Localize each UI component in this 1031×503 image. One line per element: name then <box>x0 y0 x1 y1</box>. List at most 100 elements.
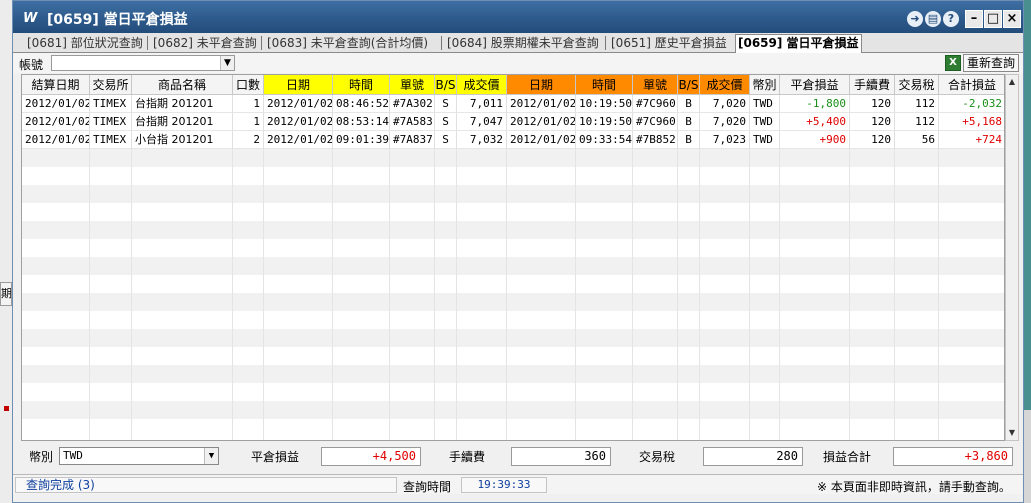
table-cell: 2 <box>233 131 264 149</box>
account-select[interactable]: ▼ <box>51 55 235 71</box>
summary-total-label: 損益合計 <box>823 450 872 464</box>
table-cell: 2012/01/02 <box>507 113 576 131</box>
desktop-right-strip <box>1024 0 1031 503</box>
table-cell: 台指期 201201 <box>132 113 233 131</box>
summary-currency-select[interactable]: TWD ▼ <box>59 447 219 465</box>
summary-currency-value: TWD <box>63 449 83 462</box>
table-cell: 120 <box>850 131 895 149</box>
column-header[interactable]: 交易稅 <box>895 75 939 95</box>
query-status: 查詢完成 (3) <box>15 477 397 493</box>
column-header[interactable]: 成交價 <box>457 75 507 95</box>
table-cell: 112 <box>895 113 939 131</box>
table-row[interactable]: 2012/01/02 TIMEX 台指期 201201 1 2012/01/02 08:4… <box>22 95 1004 113</box>
table-cell: 56 <box>895 131 939 149</box>
table-cell: 112 <box>895 95 939 113</box>
column-header[interactable]: 單號 <box>390 75 435 95</box>
minimize-button[interactable]: – <box>965 10 983 28</box>
column-header[interactable]: 交易所 <box>90 75 132 95</box>
column-header[interactable]: 成交價 <box>700 75 750 95</box>
table-cell: S <box>435 131 457 149</box>
column-header[interactable]: 合計損益 <box>939 75 1004 95</box>
table-cell: #7A837 <box>390 131 435 149</box>
summary-fee-label: 手續費 <box>449 450 486 464</box>
window-title: [0659] 當日平倉損益 <box>47 12 188 28</box>
table-cell: #7C960 <box>633 113 678 131</box>
column-header[interactable]: 口數 <box>233 75 264 95</box>
table-cell: -2,032 <box>939 95 1004 113</box>
chevron-down-icon[interactable]: ▼ <box>220 56 234 70</box>
table-cell: 09:33:54 <box>576 131 633 149</box>
column-header[interactable]: 日期 <box>264 75 333 95</box>
empty-row <box>22 383 1004 401</box>
table-cell: TWD <box>750 131 780 149</box>
column-header[interactable]: 平倉損益 <box>780 75 850 95</box>
print-icon[interactable]: ▤ <box>925 11 941 27</box>
tab-0659[interactable]: [0659] 當日平倉損益 <box>735 34 862 53</box>
table-row[interactable]: 2012/01/02 TIMEX 台指期 201201 1 2012/01/02 08:5… <box>22 113 1004 131</box>
table-row[interactable]: 2012/01/02 TIMEX 小台指 201201 2 2012/01/02 09:0… <box>22 131 1004 149</box>
column-header[interactable]: B/S <box>678 75 700 95</box>
summary-bar: 幣別 TWD ▼ 平倉損益 +4,500 手續費 360 交易稅 280 損益合… <box>13 444 1023 470</box>
pl-table: 結算日期 交易所 商品名稱 口數 日期 時間 單號 B/S 成交價 日期 時間 單號 B/S 成交價 幣別平… <box>21 74 1005 441</box>
column-header[interactable]: 手續費 <box>850 75 895 95</box>
tab-0651[interactable]: [0651] 歷史平倉損益 <box>609 35 729 52</box>
summary-currency-label: 幣別 <box>29 450 54 464</box>
table-cell: 2012/01/02 <box>264 131 333 149</box>
table-cell: -1,800 <box>780 95 850 113</box>
table-cell: S <box>435 95 457 113</box>
tab-0682[interactable]: [0682] 未平倉查詢 <box>151 35 259 52</box>
maximize-button[interactable]: □ <box>984 10 1002 28</box>
desktop-left-strip: 期 <box>0 0 12 503</box>
table-cell: 7,047 <box>457 113 507 131</box>
column-header[interactable]: 時間 <box>576 75 633 95</box>
table-cell: 7,020 <box>700 113 750 131</box>
desktop-left-button[interactable]: 期 <box>0 282 12 306</box>
scroll-down-icon[interactable]: ▼ <box>1006 427 1018 439</box>
chevron-down-icon[interactable]: ▼ <box>204 448 218 464</box>
tab-0684[interactable]: [0684] 股票期權未平倉查詢 <box>445 35 601 52</box>
table-cell: 1 <box>233 113 264 131</box>
empty-row <box>22 239 1004 257</box>
title-bar[interactable]: W [0659] 當日平倉損益 ➜ ▤ ? – □ × <box>13 1 1023 33</box>
table-cell: 120 <box>850 113 895 131</box>
help-icon[interactable]: ? <box>943 11 959 27</box>
column-header[interactable]: 幣別 <box>750 75 780 95</box>
empty-row <box>22 221 1004 239</box>
column-header[interactable]: 商品名稱 <box>132 75 233 95</box>
table-cell: TWD <box>750 113 780 131</box>
table-cell: 2012/01/02 <box>264 113 333 131</box>
query-time-value: 19:39:33 <box>461 477 547 493</box>
empty-row <box>22 185 1004 203</box>
tab-0681[interactable]: [0681] 部位狀況查詢 <box>25 35 145 52</box>
export-icon[interactable]: ➜ <box>907 11 923 27</box>
table-cell: TIMEX <box>90 131 132 149</box>
table-cell: 2012/01/02 <box>22 95 90 113</box>
query-time-label: 查詢時間 <box>403 480 452 494</box>
table-cell: 08:46:52 <box>333 95 390 113</box>
requery-button[interactable]: 重新查詢 <box>963 54 1019 72</box>
scroll-up-icon[interactable]: ▲ <box>1006 76 1018 88</box>
column-header[interactable]: B/S <box>435 75 457 95</box>
empty-row <box>22 365 1004 383</box>
table-cell: #7A583 <box>390 113 435 131</box>
table-cell: 1 <box>233 95 264 113</box>
table-cell: B <box>678 113 700 131</box>
close-button[interactable]: × <box>1003 10 1021 28</box>
empty-row <box>22 347 1004 365</box>
vertical-scrollbar[interactable]: ▲ ▼ <box>1005 74 1019 441</box>
table-cell: 7,023 <box>700 131 750 149</box>
table-cell: S <box>435 113 457 131</box>
column-header[interactable]: 結算日期 <box>22 75 90 95</box>
tab-0683[interactable]: [0683] 未平倉查詢(合計均價) <box>265 35 430 52</box>
column-header[interactable]: 日期 <box>507 75 576 95</box>
table-cell: +724 <box>939 131 1004 149</box>
table-cell: 7,020 <box>700 95 750 113</box>
empty-row <box>22 311 1004 329</box>
empty-row <box>22 257 1004 275</box>
table-cell: #7B852 <box>633 131 678 149</box>
table-cell: TWD <box>750 95 780 113</box>
table-cell: 小台指 201201 <box>132 131 233 149</box>
column-header[interactable]: 單號 <box>633 75 678 95</box>
excel-export-icon[interactable]: X <box>945 55 961 71</box>
column-header[interactable]: 時間 <box>333 75 390 95</box>
